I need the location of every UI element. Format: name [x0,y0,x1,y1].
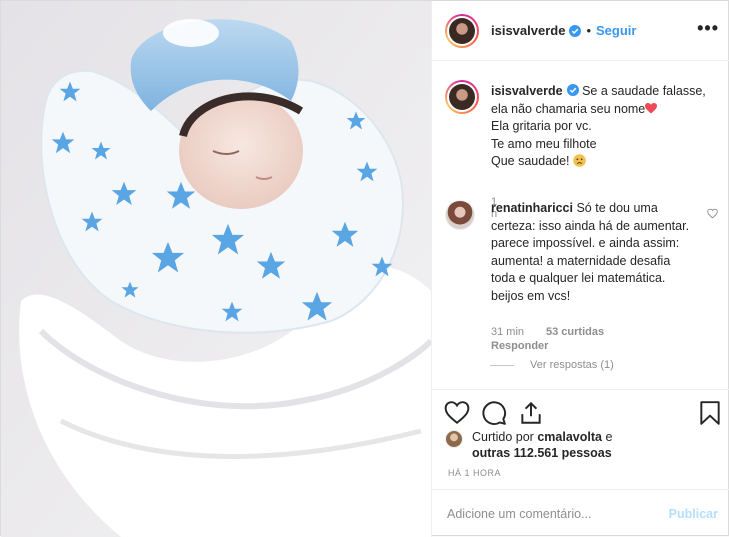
comment-time: 31 min [491,326,525,338]
post-header: isisvalverde • Seguir ••• [432,1,729,61]
add-comment-bar: Publicar [432,489,729,537]
comments-section[interactable]: isisvalverde Se a saudade falasse, ela n… [432,61,729,394]
sad-face-emoji-icon [573,154,586,168]
commenter-avatar[interactable] [445,200,475,230]
newborn-baby-photo [1,1,431,537]
verified-badge-icon [566,84,579,96]
likes-count[interactable]: outras 112.561 pessoas [472,446,612,460]
heart-icon[interactable] [444,400,470,426]
post-side-panel: isisvalverde • Seguir ••• isisvalverde S… [431,1,729,537]
post-timestamp[interactable]: HÁ 1 HORA [448,468,501,478]
likes-connector: e [605,430,613,444]
liker-avatar[interactable] [445,430,463,448]
author-username[interactable]: isisvalverde [491,23,565,38]
bookmark-icon[interactable] [697,400,723,426]
author-avatar[interactable] [445,13,479,48]
comment-username[interactable]: renatinharicci [491,201,573,215]
comment-text: Só te dou uma certeza: isso ainda há de … [491,201,690,303]
comment-like-heart-icon[interactable] [707,208,718,219]
share-icon[interactable] [518,400,544,426]
view-replies-label: Ver respostas (1) [530,359,614,371]
instagram-post-modal: isisvalverde • Seguir ••• isisvalverde S… [0,0,729,537]
liker-username[interactable]: cmalavolta [537,430,602,444]
caption-line-5: Que saudade! [491,154,574,169]
publish-button[interactable]: Publicar [669,507,718,521]
replies-divider-line [490,364,514,366]
likes-text: Curtido por cmalavolta e outras 112.561 … [472,429,612,461]
verified-badge-icon [569,24,582,37]
caption-username[interactable]: isisvalverde [491,84,563,98]
comment-input[interactable] [447,506,669,521]
caption-line-4: Te amo meu filhote [491,136,597,151]
caption-text: isisvalverde Se a saudade falasse, ela n… [491,83,706,171]
caption-avatar[interactable] [445,80,479,114]
comment-item: renatinharicci Só te dou uma certeza: is… [445,200,725,360]
likes-prefix: Curtido por [472,430,534,444]
view-replies-button[interactable]: Ver respostas (1) [490,359,614,371]
comment-icon[interactable] [481,400,507,426]
caption-line-1: Se a saudade falasse, [582,84,706,98]
reply-button[interactable]: Responder [491,340,548,352]
follow-button[interactable]: Seguir [596,23,636,38]
comment-text-block: renatinharicci Só te dou uma certeza: is… [491,200,696,306]
likes-summary: Curtido por cmalavolta e outras 112.561 … [445,429,612,461]
more-options-icon[interactable]: ••• [697,19,719,37]
caption-line-2: ela não chamaria seu nome [491,101,646,116]
comment-likes[interactable]: 53 curtidas [546,326,604,338]
caption-line-3: Ela gritaria por vc. [491,119,592,134]
post-photo[interactable] [1,1,431,537]
red-heart-emoji-icon [645,102,658,114]
header-separator: • [586,23,592,38]
